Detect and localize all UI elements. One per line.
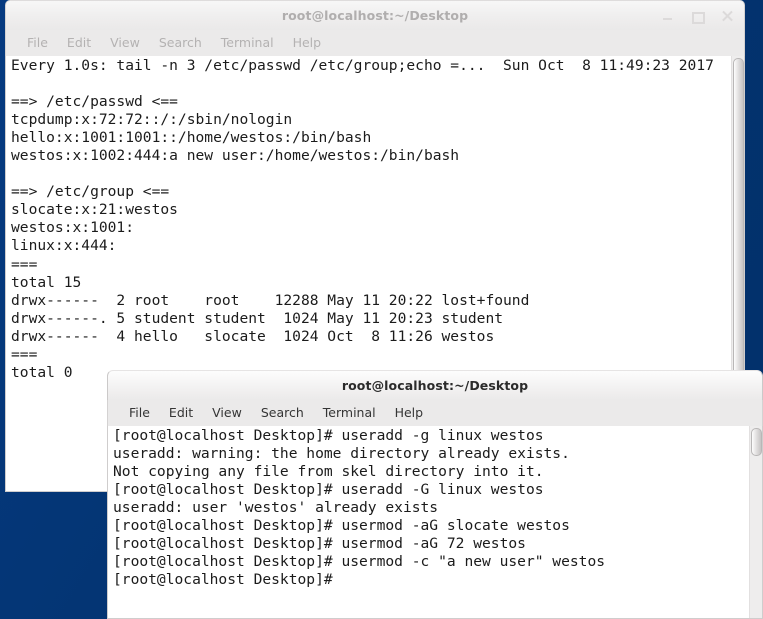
scrollbar-track-front[interactable] xyxy=(749,426,762,618)
window-title-front: root@localhost:~/Desktop xyxy=(341,378,529,393)
menu-item-help[interactable]: Help xyxy=(284,33,332,53)
titlebar-front[interactable]: root@localhost:~/Desktop xyxy=(107,370,763,400)
menu-item-search[interactable]: Search xyxy=(150,33,212,53)
terminal-body-front[interactable]: [root@localhost Desktop]# useradd -g lin… xyxy=(107,426,763,619)
menu-item-edit[interactable]: Edit xyxy=(58,33,101,53)
menu-item-file[interactable]: File xyxy=(18,33,58,53)
close-icon[interactable] xyxy=(721,10,734,23)
menu-item-view[interactable]: View xyxy=(101,33,150,53)
menu-item-edit[interactable]: Edit xyxy=(160,403,203,423)
menu-item-terminal[interactable]: Terminal xyxy=(212,33,284,53)
menu-item-file[interactable]: File xyxy=(120,403,160,423)
window-title-back: root@localhost:~/Desktop xyxy=(281,8,469,23)
menubar-back: File Edit View Search Terminal Help xyxy=(5,30,745,56)
scrollbar-thumb-front[interactable] xyxy=(751,428,762,456)
menubar-front: File Edit View Search Terminal Help xyxy=(107,400,763,426)
window-controls-back xyxy=(661,1,734,31)
menu-item-help[interactable]: Help xyxy=(386,403,434,423)
terminal-output-back: Every 1.0s: tail -n 3 /etc/passwd /etc/g… xyxy=(11,57,714,381)
terminal-output-front: [root@localhost Desktop]# useradd -g lin… xyxy=(113,427,606,589)
desktop-background: root@localhost:~/Desktop File Edit View … xyxy=(0,0,763,619)
maximize-icon[interactable] xyxy=(691,10,705,24)
menu-item-search[interactable]: Search xyxy=(252,403,314,423)
titlebar-back[interactable]: root@localhost:~/Desktop xyxy=(5,0,745,30)
minimize-icon[interactable] xyxy=(661,10,674,23)
menu-item-terminal[interactable]: Terminal xyxy=(314,403,386,423)
terminal-window-front[interactable]: root@localhost:~/Desktop File Edit View … xyxy=(107,370,763,619)
menu-item-view[interactable]: View xyxy=(203,403,252,423)
